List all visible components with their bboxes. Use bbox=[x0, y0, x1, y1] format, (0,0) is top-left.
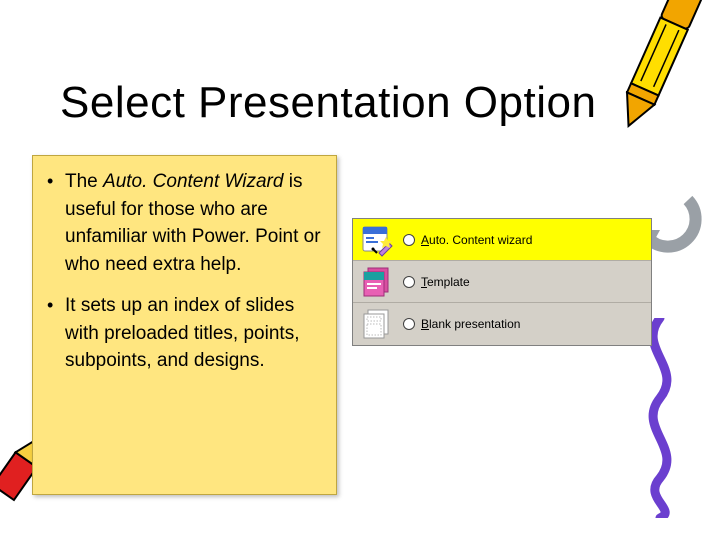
option-blank-presentation[interactable]: Blank presentation bbox=[353, 303, 651, 345]
swirl-decoration bbox=[628, 318, 692, 518]
radio-group-item[interactable]: Blank presentation bbox=[403, 317, 645, 331]
bullet-item: • The Auto. Content Wizard is useful for… bbox=[47, 168, 322, 278]
option-autocontent-wizard[interactable]: Auto. Content wizard bbox=[353, 219, 651, 261]
radio-group-item[interactable]: Auto. Content wizard bbox=[403, 233, 645, 247]
bullet-text: The Auto. Content Wizard is useful for t… bbox=[65, 168, 322, 278]
bullet-text-pre: It sets up an index of slides with prelo… bbox=[65, 295, 299, 371]
option-label: Blank presentation bbox=[421, 317, 520, 331]
radio-group-item[interactable]: Template bbox=[403, 275, 645, 289]
wizard-icon bbox=[359, 223, 395, 257]
bullet-dot: • bbox=[47, 168, 65, 278]
option-template[interactable]: Template bbox=[353, 261, 651, 303]
bullet-text-pre: The bbox=[65, 171, 103, 192]
radio-icon[interactable] bbox=[403, 234, 415, 246]
slide: Select Presentation Option • The Auto. C… bbox=[0, 0, 720, 540]
radio-icon[interactable] bbox=[403, 276, 415, 288]
blank-presentation-icon bbox=[359, 307, 395, 341]
bullet-dot: • bbox=[47, 292, 65, 375]
option-label: Template bbox=[421, 275, 470, 289]
radio-icon[interactable] bbox=[403, 318, 415, 330]
page-title: Select Presentation Option bbox=[60, 78, 596, 128]
content-callout: • The Auto. Content Wizard is useful for… bbox=[32, 155, 337, 495]
new-presentation-options: Auto. Content wizard Template bbox=[352, 218, 652, 346]
bullet-item: • It sets up an index of slides with pre… bbox=[47, 292, 322, 375]
option-label: Auto. Content wizard bbox=[421, 233, 532, 247]
template-icon bbox=[359, 265, 395, 299]
bullet-text: It sets up an index of slides with prelo… bbox=[65, 292, 322, 375]
bullet-text-em: Auto. Content Wizard bbox=[103, 171, 283, 192]
crayon-decoration bbox=[612, 0, 702, 142]
